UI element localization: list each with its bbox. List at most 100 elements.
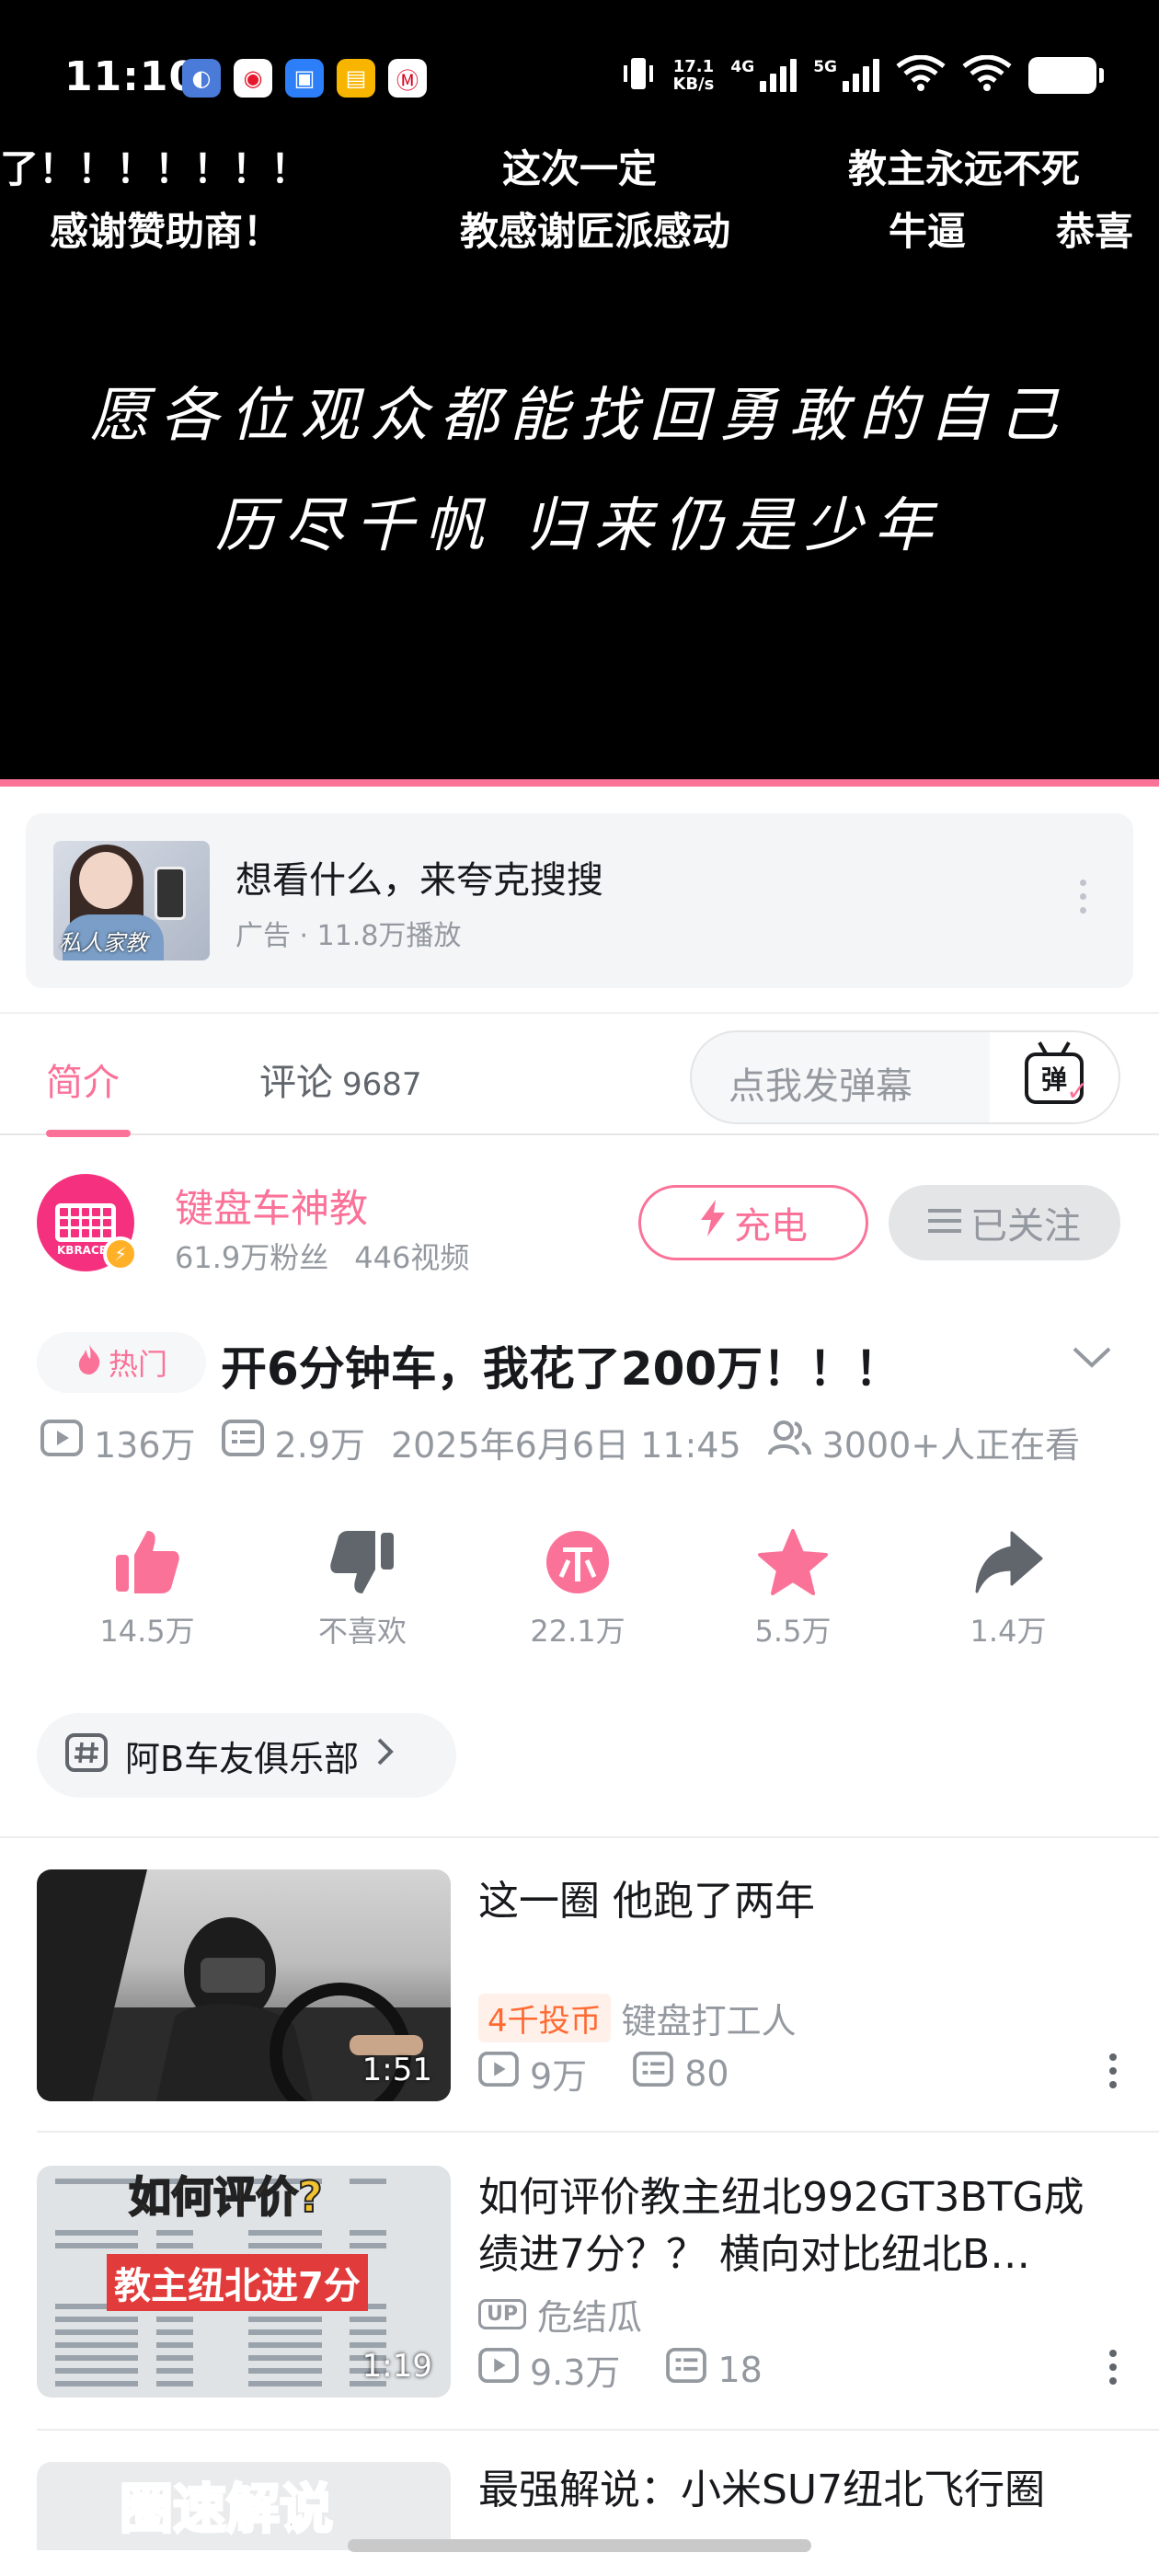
hot-label: 热门 [108,1347,167,1382]
coin-icon [495,1524,660,1601]
up-badge-icon: UP [478,2299,526,2329]
more-vertical-icon[interactable] [1109,2053,1117,2088]
metro-icon: Ⓜ [388,59,427,98]
favorite-count: 5.5万 [754,1614,832,1649]
danmaku-comment: 感谢赞助商！ [50,209,282,254]
coin-badge: 4千投币 [478,1994,611,2042]
thumbnail-caption: 如何评价? [128,2171,324,2223]
menu-lines-icon [928,1202,961,1244]
ad-title: 想看什么，来夸克搜搜 [235,859,603,902]
related-video-item[interactable]: 圈速解说 最强解说：小米SU7纽北飞行圈 [0,2462,1159,2550]
charge-button[interactable]: 充电 [638,1185,868,1260]
related-video-thumbnail[interactable]: 圈速解说 [37,2462,451,2550]
follow-label: 已关注 [970,1205,1081,1248]
related-video-author-line: UP 危结瓜 [478,2289,642,2340]
tab-active-indicator [46,1130,131,1137]
signal-5g-icon [843,59,879,92]
more-vertical-icon[interactable] [1109,2350,1117,2385]
play-count-icon [478,2348,519,2391]
battery-icon [1028,57,1104,94]
related-video-title: 最强解说：小米SU7纽北飞行圈 [478,2467,1046,2513]
video-progress-bar[interactable] [0,779,1159,787]
danmaku-comment: 这次一定 [502,146,658,191]
status-indicators: 17.1 KB/s 4G 5G [621,54,1104,96]
ad-card[interactable]: 私人家教 想看什么，来夸克搜搜 广告 · 11.8万播放 [26,813,1133,988]
network-type-label: 5G [813,58,837,76]
video-player[interactable]: 11:10 ◐ ◉ ▣ ▤ Ⓜ 17.1 KB/s 4G 5G 了！！！！！！！… [0,0,1159,782]
charge-label: 充电 [734,1205,808,1248]
like-count: 14.5万 [99,1614,195,1649]
share-arrow-icon [925,1524,1091,1601]
status-time: 11:10 [64,53,199,100]
lightning-icon [699,1200,727,1246]
danmaku-input[interactable]: 点我发弹幕 弹 ✓ [690,1030,1120,1124]
thumbs-up-icon [64,1524,230,1601]
flame-icon [75,1342,103,1383]
related-video-item[interactable]: 1:51 这一圈 他跑了两年 4千投币 键盘打工人 9万 80 [0,1869,1159,2145]
related-video-author-line: 4千投币 键盘打工人 [478,1993,797,2043]
people-icon [767,1420,811,1465]
more-vertical-icon[interactable] [1080,880,1089,914]
thumbs-down-icon [280,1524,445,1601]
avatar[interactable]: KBRACE ⚡ [37,1174,138,1271]
lightning-badge-icon: ⚡ [103,1236,138,1271]
related-video-item[interactable]: 如何评价? 教主纽北进7分 1:19 如何评价教主纽北992GT3BTG成绩进7… [0,2166,1159,2442]
video-subtitle: 历尽千帆 归来仍是少年 [214,492,945,560]
chevron-right-icon [375,1735,396,1776]
dislike-button[interactable]: 不喜欢 [280,1524,445,1650]
uploader-stats: 61.9万粉丝 446视频 [175,1235,469,1277]
follow-button[interactable]: 已关注 [889,1185,1120,1260]
favorite-button[interactable]: 5.5万 [710,1524,876,1650]
dislike-label: 不喜欢 [317,1614,407,1649]
net-speed: 17.1 KB/s [672,57,715,94]
video-subtitle: 愿各位观众都能找回勇敢的自己 [90,382,1069,450]
danmaku-tv-icon: 弹 ✓ [1025,1052,1089,1108]
related-video-stats: 9.3万 18 [478,2344,763,2395]
danmaku-settings-button[interactable]: 弹 ✓ [990,1032,1119,1122]
wallet-icon: ▤ [337,59,375,98]
home-indicator[interactable] [348,2539,811,2552]
tab-comments[interactable]: 评论 9687 [259,1052,422,1106]
related-video-author: 危结瓜 [537,2297,643,2338]
related-video-thumbnail[interactable]: 如何评价? 教主纽北进7分 1:19 [37,2166,451,2398]
thumbnail-caption: 圈速解说 [118,2477,334,2542]
section-divider [0,1836,1159,1838]
danmaku-comment: 教主永远不死 [848,146,1081,191]
danmaku-comment: 教感谢匠派感动 [460,209,731,254]
browser-icon: ▣ [285,59,324,98]
like-button[interactable]: 14.5万 [64,1524,230,1650]
related-video-author: 键盘打工人 [621,2001,797,2041]
watching-stat: 3000+人正在看 [767,1417,1080,1467]
tab-comments-label: 评论 [259,1062,333,1104]
network-type-label: 4G [730,58,755,76]
hashtag-icon [64,1730,109,1782]
keyboard-logo-icon [55,1203,116,1242]
danmaku-input-placeholder: 点我发弹幕 [729,1065,912,1108]
play-count-icon [40,1420,83,1465]
coin-count: 22.1万 [530,1614,625,1649]
wifi-icon [962,54,1012,96]
share-count: 1.4万 [970,1614,1047,1649]
avatar-brand-text: KBRACE [57,1244,107,1257]
topic-tag-club[interactable]: 阿B车友俱乐部 [37,1713,456,1798]
related-video-title: 如何评价教主纽北992GT3BTG成绩进7分？？ 横向对比纽北B… [478,2174,1084,2278]
danmaku-comment: 恭喜 [1056,209,1134,254]
video-stats: 136万 2.9万 2025年6月6日 11:45 3000+人正在看 [40,1417,1106,1467]
video-title: 开6分钟车，我花了200万！！！ [221,1342,901,1396]
tab-intro[interactable]: 简介 [46,1052,120,1106]
related-video-thumbnail[interactable]: 1:51 [37,1869,451,2101]
planet-app-icon: ◐ [182,59,221,98]
action-bar: 14.5万 不喜欢 22.1万 5.5万 1.4万 [0,1524,1159,1662]
video-duration: 1:19 [361,2348,432,2385]
share-button[interactable]: 1.4万 [925,1524,1091,1650]
coin-button[interactable]: 22.1万 [495,1524,660,1650]
uploader-name[interactable]: 键盘车神教 [175,1178,368,1234]
detail-tabs: 简介 评论 9687 点我发弹幕 弹 ✓ [0,1012,1159,1137]
chevron-down-icon[interactable] [1071,1343,1113,1374]
publish-date: 2025年6月6日 11:45 [390,1425,741,1466]
weibo-icon: ◉ [234,59,272,98]
danmaku-stat: 2.9万 [221,1417,365,1467]
play-count-icon [478,2052,519,2095]
hot-badge[interactable]: 热门 [37,1332,206,1393]
views-stat: 136万 [40,1417,196,1467]
